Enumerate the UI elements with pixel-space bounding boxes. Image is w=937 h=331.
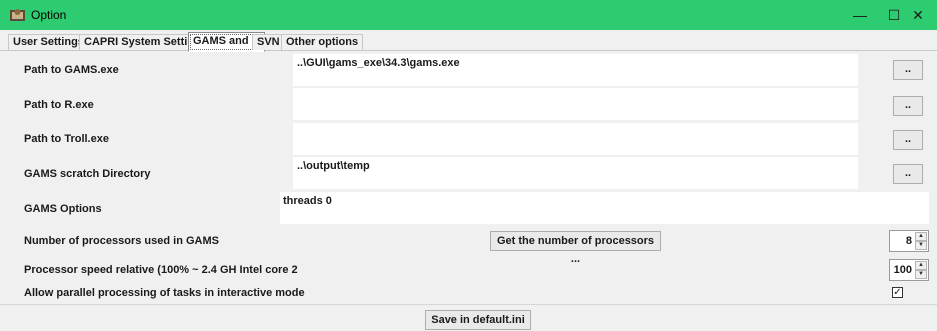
options-window: Option — ☐ ✕ User Settings CAPRI System … xyxy=(0,0,937,331)
r-path-label: Path to R.exe xyxy=(24,99,94,111)
tab-strip: User Settings CAPRI System Settings GAMS… xyxy=(0,30,937,52)
gams-browse-button[interactable]: .. xyxy=(893,60,923,80)
processors-value: 8 xyxy=(905,235,912,247)
increment-icon[interactable]: ▲ xyxy=(915,232,927,241)
window-title: Option xyxy=(31,8,67,22)
troll-path-label: Path to Troll.exe xyxy=(24,133,109,145)
speed-value: 100 xyxy=(893,264,912,276)
close-button[interactable]: ✕ xyxy=(896,0,937,30)
speed-spin-arrows: ▲ ▼ xyxy=(915,261,927,279)
parallel-label: Allow parallel processing of tasks in in… xyxy=(24,287,305,299)
r-path-input[interactable] xyxy=(293,88,858,120)
decrement-icon[interactable]: ▼ xyxy=(915,270,927,279)
gams-path-input[interactable]: ..\GUI\gams_exe\34.3\gams.exe xyxy=(293,54,858,86)
gams-options-label: GAMS Options xyxy=(24,203,102,215)
processors-label: Number of processors used in GAMS xyxy=(24,235,219,247)
troll-path-input[interactable] xyxy=(293,123,858,155)
tab-user-settings[interactable]: User Settings xyxy=(8,34,89,50)
gams-path-label: Path to GAMS.exe xyxy=(24,64,119,76)
app-icon xyxy=(10,9,25,21)
gams-options-input[interactable]: threads 0 xyxy=(280,192,929,224)
scratch-browse-button[interactable]: .. xyxy=(893,164,923,184)
title-bar[interactable]: Option — ☐ ✕ xyxy=(0,0,937,30)
decrement-icon[interactable]: ▼ xyxy=(915,241,927,250)
get-processors-button[interactable]: Get the number of processors ... xyxy=(490,231,661,265)
r-browse-button[interactable]: .. xyxy=(893,96,923,116)
speed-label: Processor speed relative (100% ~ 2.4 GH … xyxy=(24,264,298,276)
processors-spin-arrows: ▲ ▼ xyxy=(915,232,927,250)
tab-svn[interactable]: SVN xyxy=(252,34,285,50)
footer-bar: Save in default.ini xyxy=(0,304,937,331)
speed-spinner[interactable]: 100 ▲ ▼ xyxy=(889,259,929,281)
processors-spinner[interactable]: 8 ▲ ▼ xyxy=(889,230,929,252)
increment-icon[interactable]: ▲ xyxy=(915,261,927,270)
troll-browse-button[interactable]: .. xyxy=(893,130,923,150)
scratch-dir-input[interactable]: ..\output\temp xyxy=(293,157,858,189)
scratch-dir-label: GAMS scratch Directory xyxy=(24,168,151,180)
save-default-button[interactable]: Save in default.ini xyxy=(425,310,531,330)
tab-other-options[interactable]: Other options xyxy=(281,34,364,50)
parallel-checkbox[interactable]: ✓ xyxy=(892,287,903,298)
